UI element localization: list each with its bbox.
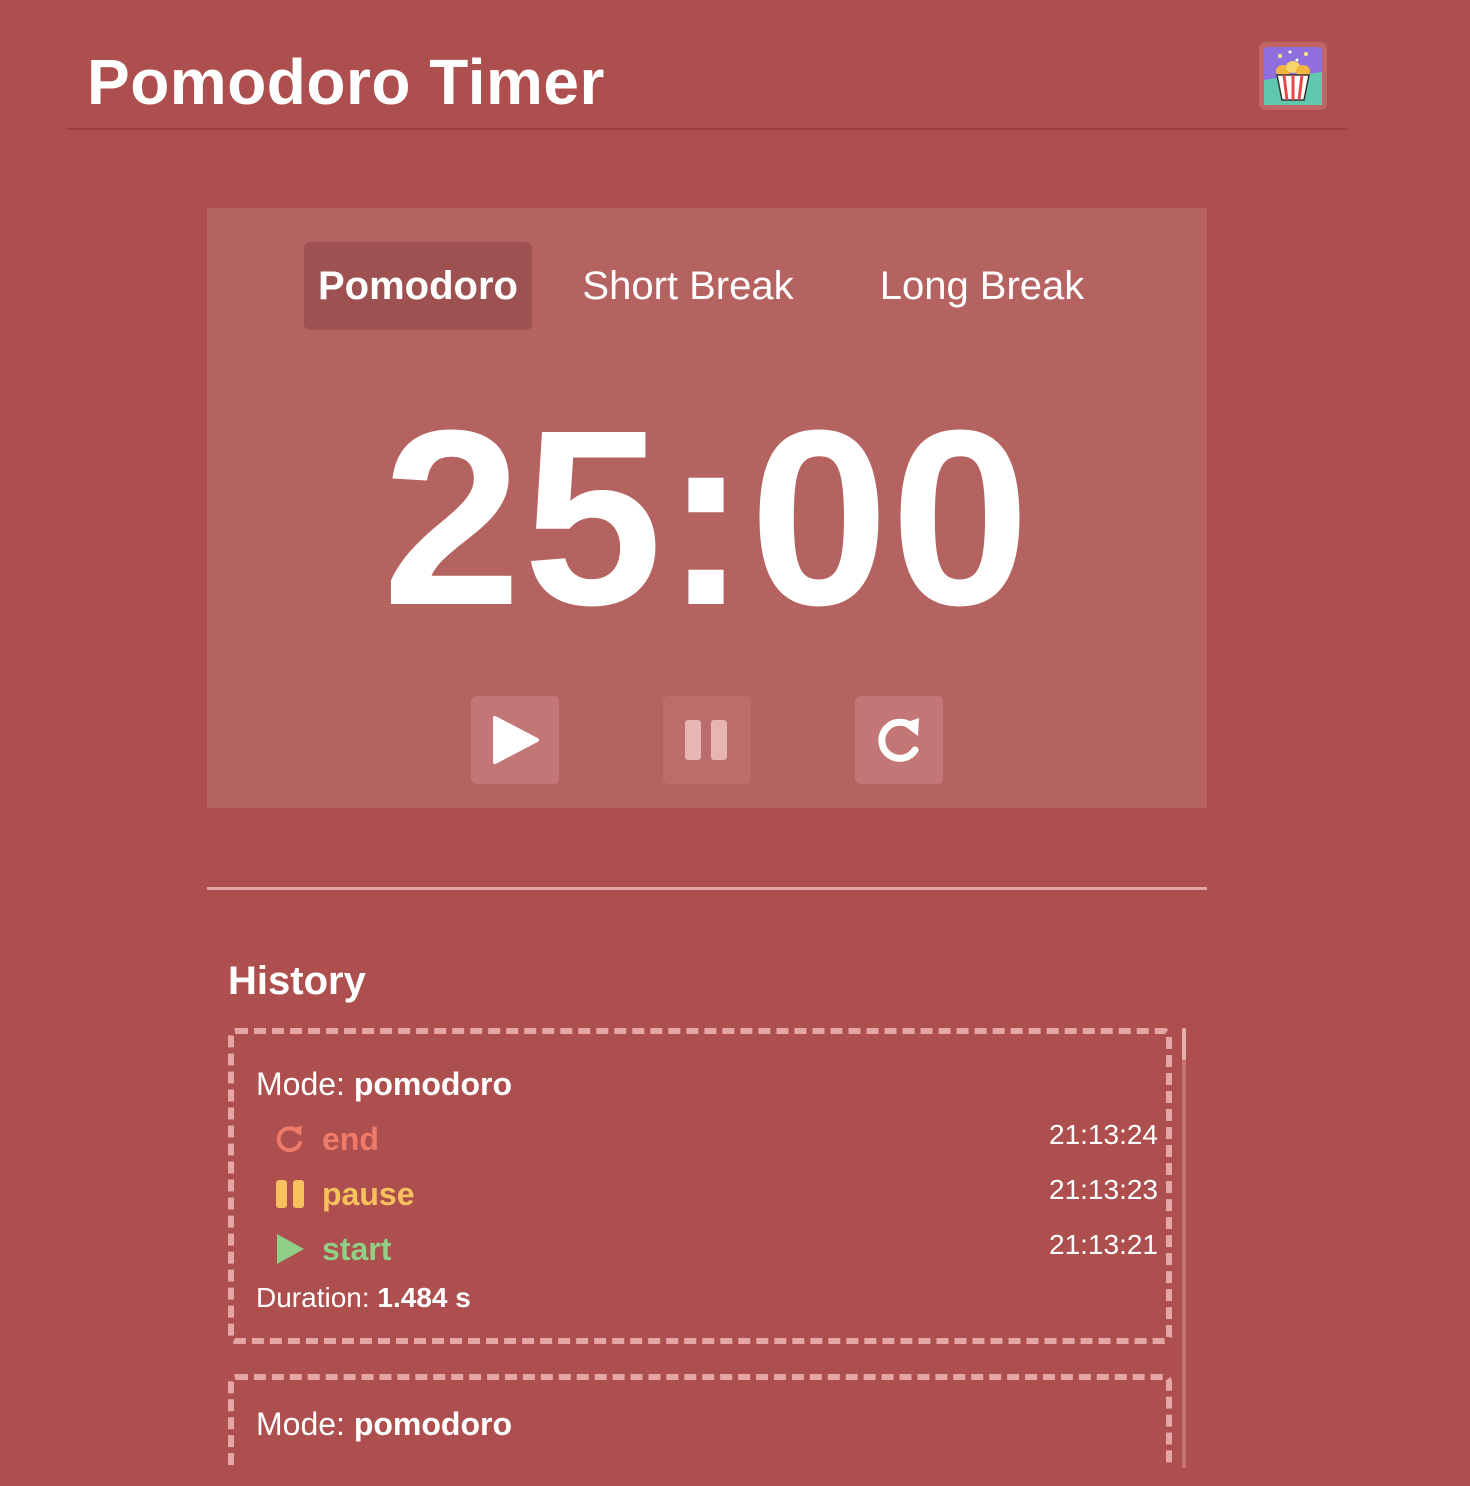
mode-line: Mode: pomodoro: [256, 1404, 512, 1444]
event-label: start: [322, 1231, 392, 1267]
history-event-start: start 21:13:21: [274, 1229, 1158, 1269]
tab-short-break[interactable]: Short Break: [568, 242, 808, 330]
duration-value: 1.484 s: [377, 1282, 471, 1313]
mode-line: Mode: pomodoro: [256, 1064, 512, 1104]
play-icon: [493, 716, 539, 764]
history-entry: Mode: pomodoro: [228, 1374, 1172, 1468]
history-event-pause: pause 21:13:23: [274, 1174, 1158, 1214]
app-title: Pomodoro Timer: [87, 46, 605, 118]
event-time: 21:13:23: [1049, 1174, 1158, 1205]
mode-label: Mode:: [256, 1066, 345, 1102]
tab-long-break[interactable]: Long Break: [864, 242, 1100, 330]
timer-card: Pomodoro Short Break Long Break 25:00: [207, 208, 1207, 808]
app-header: Pomodoro Timer: [67, 0, 1347, 130]
event-time: 21:13:21: [1049, 1229, 1158, 1260]
duration-label: Duration:: [256, 1282, 370, 1313]
duration-line: Duration: 1.484 s: [256, 1280, 471, 1316]
mode-label: Mode:: [256, 1406, 345, 1442]
mode-value: pomodoro: [353, 1406, 513, 1442]
pause-button[interactable]: [663, 696, 751, 784]
scrollbar-thumb[interactable]: [1182, 1028, 1186, 1060]
event-label: pause: [322, 1176, 415, 1212]
tab-pomodoro[interactable]: Pomodoro: [304, 242, 532, 330]
history-list[interactable]: Mode: pomodoro end 21:13:24 pause 21:13:: [228, 1028, 1186, 1468]
pause-icon: [274, 1178, 306, 1210]
event-label: end: [322, 1121, 379, 1157]
reset-button[interactable]: [855, 696, 943, 784]
play-icon: [274, 1233, 306, 1265]
history-entry: Mode: pomodoro end 21:13:24 pause 21:13:: [228, 1028, 1172, 1344]
reset-icon: [274, 1123, 306, 1155]
history-title: History: [228, 959, 366, 1003]
popcorn-icon[interactable]: [1259, 42, 1327, 110]
section-divider: [207, 887, 1207, 890]
history-scrollbar[interactable]: [1182, 1028, 1186, 1468]
event-time: 21:13:24: [1049, 1119, 1158, 1150]
reset-icon: [878, 718, 919, 762]
pause-icon: [685, 720, 727, 760]
start-button[interactable]: [471, 696, 559, 784]
history-event-end: end 21:13:24: [274, 1119, 1158, 1159]
mode-value: pomodoro: [353, 1066, 513, 1102]
timer-display: 25:00: [382, 378, 1032, 657]
